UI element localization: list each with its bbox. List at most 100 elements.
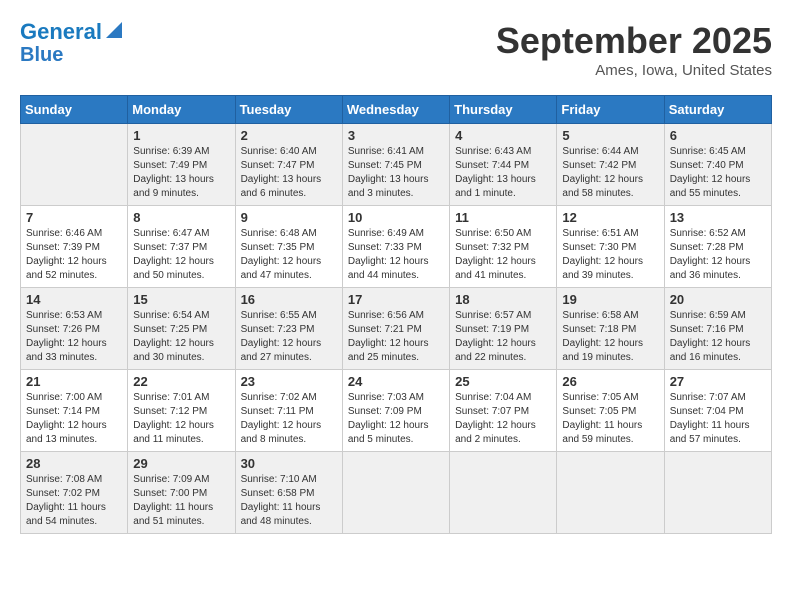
day-info: Sunrise: 7:02 AMSunset: 7:11 PMDaylight:… [241, 391, 337, 447]
logo-text-general: General [20, 20, 102, 44]
day-info: Sunrise: 6:56 AMSunset: 7:21 PMDaylight:… [348, 309, 444, 365]
day-number: 4 [455, 128, 551, 143]
calendar-week-row: 21 Sunrise: 7:00 AMSunset: 7:14 PMDayligh… [21, 370, 772, 452]
day-info: Sunrise: 6:59 AMSunset: 7:16 PMDaylight:… [670, 309, 766, 365]
day-info: Sunrise: 6:39 AMSunset: 7:49 PMDaylight:… [133, 145, 229, 201]
logo-text-blue: Blue [20, 44, 63, 66]
calendar-day-cell: 20 Sunrise: 6:59 AMSunset: 7:16 PMDayligh… [664, 288, 771, 370]
calendar-day-cell: 13 Sunrise: 6:52 AMSunset: 7:28 PMDayligh… [664, 206, 771, 288]
calendar-day-cell: 1 Sunrise: 6:39 AMSunset: 7:49 PMDaylight… [128, 124, 235, 206]
calendar-day-cell: 2 Sunrise: 6:40 AMSunset: 7:47 PMDaylight… [235, 124, 342, 206]
calendar-day-cell [557, 452, 664, 534]
calendar-week-row: 14 Sunrise: 6:53 AMSunset: 7:26 PMDayligh… [21, 288, 772, 370]
day-info: Sunrise: 7:01 AMSunset: 7:12 PMDaylight:… [133, 391, 229, 447]
day-info: Sunrise: 6:46 AMSunset: 7:39 PMDaylight:… [26, 227, 122, 283]
calendar-day-cell: 22 Sunrise: 7:01 AMSunset: 7:12 PMDayligh… [128, 370, 235, 452]
calendar-day-cell: 26Sunrise: 7:05 AMSunset: 7:05 PMDayligh… [557, 370, 664, 452]
calendar-day-cell: 19Sunrise: 6:58 AMSunset: 7:18 PMDayligh… [557, 288, 664, 370]
day-info: Sunrise: 6:52 AMSunset: 7:28 PMDaylight:… [670, 227, 766, 283]
day-info: Sunrise: 7:08 AMSunset: 7:02 PMDaylight:… [26, 473, 122, 529]
day-number: 27 [670, 374, 766, 389]
day-number: 18 [455, 292, 551, 307]
weekday-header-sunday: Sunday [21, 96, 128, 124]
day-number: 10 [348, 210, 444, 225]
day-info: Sunrise: 6:40 AMSunset: 7:47 PMDaylight:… [241, 145, 337, 201]
month-title: September 2025 [496, 20, 772, 62]
day-number: 13 [670, 210, 766, 225]
calendar-day-cell: 9Sunrise: 6:48 AMSunset: 7:35 PMDaylight… [235, 206, 342, 288]
day-info: Sunrise: 6:50 AMSunset: 7:32 PMDaylight:… [455, 227, 551, 283]
weekday-header-monday: Monday [128, 96, 235, 124]
day-info: Sunrise: 7:00 AMSunset: 7:14 PMDaylight:… [26, 391, 122, 447]
day-number: 20 [670, 292, 766, 307]
calendar-week-row: 7 Sunrise: 6:46 AMSunset: 7:39 PMDaylight… [21, 206, 772, 288]
day-info: Sunrise: 6:41 AMSunset: 7:45 PMDaylight:… [348, 145, 444, 201]
day-number: 9 [241, 210, 337, 225]
day-info: Sunrise: 6:54 AMSunset: 7:25 PMDaylight:… [133, 309, 229, 365]
day-number: 8 [133, 210, 229, 225]
day-info: Sunrise: 7:03 AMSunset: 7:09 PMDaylight:… [348, 391, 444, 447]
weekday-header-wednesday: Wednesday [342, 96, 449, 124]
day-number: 30 [241, 456, 337, 471]
day-info: Sunrise: 6:55 AMSunset: 7:23 PMDaylight:… [241, 309, 337, 365]
day-number: 29 [133, 456, 229, 471]
day-info: Sunrise: 7:07 AMSunset: 7:04 PMDaylight:… [670, 391, 766, 447]
calendar-day-cell [342, 452, 449, 534]
calendar-day-cell: 4 Sunrise: 6:43 AMSunset: 7:44 PMDaylight… [450, 124, 557, 206]
day-info: Sunrise: 6:44 AMSunset: 7:42 PMDaylight:… [562, 145, 658, 201]
weekday-header-thursday: Thursday [450, 96, 557, 124]
calendar-day-cell: 6 Sunrise: 6:45 AMSunset: 7:40 PMDaylight… [664, 124, 771, 206]
calendar-day-cell: 8 Sunrise: 6:47 AMSunset: 7:37 PMDaylight… [128, 206, 235, 288]
calendar-day-cell: 29 Sunrise: 7:09 AMSunset: 7:00 PMDayligh… [128, 452, 235, 534]
calendar-day-cell [21, 124, 128, 206]
calendar-day-cell: 30 Sunrise: 7:10 AMSunset: 6:58 PMDayligh… [235, 452, 342, 534]
calendar-day-cell: 24 Sunrise: 7:03 AMSunset: 7:09 PMDayligh… [342, 370, 449, 452]
calendar-day-cell: 23 Sunrise: 7:02 AMSunset: 7:11 PMDayligh… [235, 370, 342, 452]
day-number: 2 [241, 128, 337, 143]
calendar-day-cell: 15 Sunrise: 6:54 AMSunset: 7:25 PMDayligh… [128, 288, 235, 370]
day-number: 22 [133, 374, 229, 389]
calendar-day-cell: 17 Sunrise: 6:56 AMSunset: 7:21 PMDayligh… [342, 288, 449, 370]
day-number: 1 [133, 128, 229, 143]
day-number: 14 [26, 292, 122, 307]
calendar-day-cell: 18 Sunrise: 6:57 AMSunset: 7:19 PMDayligh… [450, 288, 557, 370]
day-number: 24 [348, 374, 444, 389]
day-info: Sunrise: 7:04 AMSunset: 7:07 PMDaylight:… [455, 391, 551, 447]
logo-icon [104, 20, 124, 40]
day-number: 3 [348, 128, 444, 143]
day-info: Sunrise: 7:05 AMSunset: 7:05 PMDaylight:… [562, 391, 658, 447]
calendar-day-cell: 12Sunrise: 6:51 AMSunset: 7:30 PMDayligh… [557, 206, 664, 288]
logo: General Blue [20, 20, 124, 66]
day-info: Sunrise: 7:09 AMSunset: 7:00 PMDaylight:… [133, 473, 229, 529]
calendar-day-cell [450, 452, 557, 534]
page-header: General Blue September 2025 Ames, Iowa, … [20, 20, 772, 79]
calendar-week-row: 1 Sunrise: 6:39 AMSunset: 7:49 PMDaylight… [21, 124, 772, 206]
weekday-header-saturday: Saturday [664, 96, 771, 124]
calendar-table: SundayMondayTuesdayWednesdayThursdayFrid… [20, 95, 772, 534]
weekday-header-tuesday: Tuesday [235, 96, 342, 124]
day-info: Sunrise: 7:10 AMSunset: 6:58 PMDaylight:… [241, 473, 337, 529]
day-number: 23 [241, 374, 337, 389]
day-info: Sunrise: 6:53 AMSunset: 7:26 PMDaylight:… [26, 309, 122, 365]
day-info: Sunrise: 6:58 AMSunset: 7:18 PMDaylight:… [562, 309, 658, 365]
day-info: Sunrise: 6:49 AMSunset: 7:33 PMDaylight:… [348, 227, 444, 283]
weekday-header-row: SundayMondayTuesdayWednesdayThursdayFrid… [21, 96, 772, 124]
calendar-day-cell: 7 Sunrise: 6:46 AMSunset: 7:39 PMDaylight… [21, 206, 128, 288]
day-info: Sunrise: 6:57 AMSunset: 7:19 PMDaylight:… [455, 309, 551, 365]
calendar-day-cell: 16 Sunrise: 6:55 AMSunset: 7:23 PMDayligh… [235, 288, 342, 370]
calendar-day-cell: 25Sunrise: 7:04 AMSunset: 7:07 PMDayligh… [450, 370, 557, 452]
calendar-day-cell: 27 Sunrise: 7:07 AMSunset: 7:04 PMDayligh… [664, 370, 771, 452]
day-info: Sunrise: 6:45 AMSunset: 7:40 PMDaylight:… [670, 145, 766, 201]
day-info: Sunrise: 6:43 AMSunset: 7:44 PMDaylight:… [455, 145, 551, 201]
day-number: 16 [241, 292, 337, 307]
day-number: 15 [133, 292, 229, 307]
calendar-day-cell: 10 Sunrise: 6:49 AMSunset: 7:33 PMDayligh… [342, 206, 449, 288]
day-info: Sunrise: 6:47 AMSunset: 7:37 PMDaylight:… [133, 227, 229, 283]
day-number: 6 [670, 128, 766, 143]
day-number: 7 [26, 210, 122, 225]
day-number: 17 [348, 292, 444, 307]
day-number: 21 [26, 374, 122, 389]
calendar-day-cell: 3 Sunrise: 6:41 AMSunset: 7:45 PMDaylight… [342, 124, 449, 206]
calendar-day-cell: 14 Sunrise: 6:53 AMSunset: 7:26 PMDayligh… [21, 288, 128, 370]
day-info: Sunrise: 6:51 AMSunset: 7:30 PMDaylight:… [562, 227, 658, 283]
